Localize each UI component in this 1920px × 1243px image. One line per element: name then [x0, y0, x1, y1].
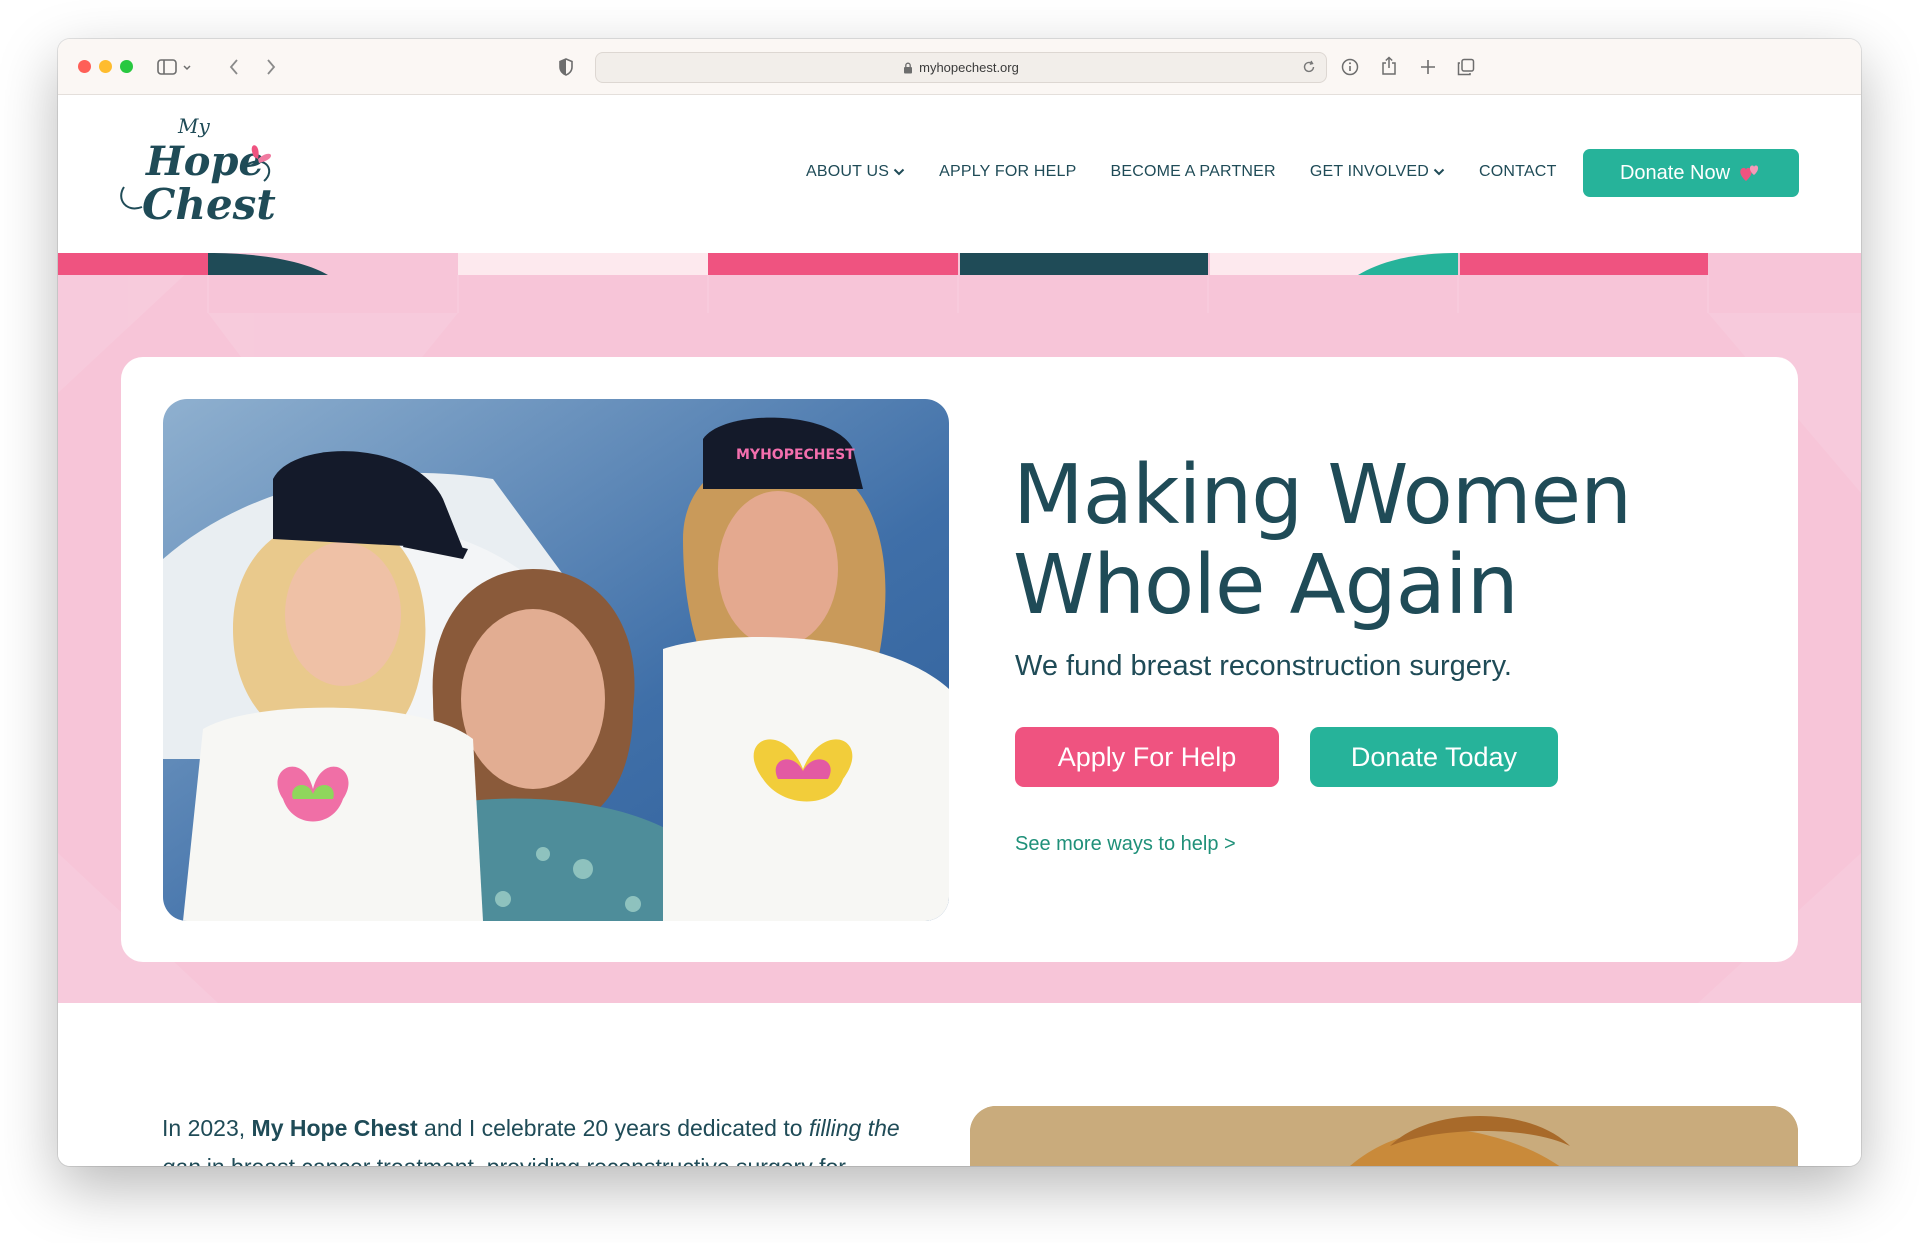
intro-section: In 2023, My Hope Chest and I celebrate 2…	[58, 1003, 1861, 1166]
decorative-color-bar	[58, 253, 1861, 275]
nav-apply-for-help-label: APPLY FOR HELP	[939, 163, 1077, 180]
hero-subtitle: We fund breast reconstruction surgery.	[1015, 650, 1512, 682]
info-icon[interactable]	[1339, 56, 1361, 78]
hero-section: MYHOPECHEST Making Women Whole Again We …	[58, 253, 1861, 1003]
window-controls	[78, 60, 133, 73]
nav-contact-label: CONTACT	[1479, 163, 1557, 180]
nav-get-involved-label: GET INVOLVED	[1309, 163, 1429, 180]
nav-become-a-partner[interactable]: BECOME A PARTNER	[1110, 163, 1275, 181]
close-window-button[interactable]	[78, 60, 91, 73]
browser-window: myhopechest.org My Hope Chest ABOUT US A…	[58, 39, 1861, 1166]
reload-icon[interactable]	[1302, 60, 1316, 74]
intro-paragraph: In 2023, My Hope Chest and I celebrate 2…	[162, 1109, 902, 1166]
hero-title-line-1: Making Women	[1013, 448, 1632, 543]
nav-about-us[interactable]: ABOUT US	[806, 163, 905, 181]
logo-hope: Hope	[145, 138, 264, 185]
chevron-down-icon	[893, 168, 905, 176]
intro-org-name: My Hope Chest	[251, 1115, 418, 1141]
zoom-window-button[interactable]	[120, 60, 133, 73]
intro-photo	[970, 1106, 1798, 1166]
nav-become-a-partner-label: BECOME A PARTNER	[1110, 163, 1276, 180]
hero-title-line-2: Whole Again	[1013, 538, 1519, 633]
privacy-shield-icon[interactable]	[556, 56, 576, 78]
hearts-icon	[1740, 165, 1759, 181]
url-text: myhopechest.org	[919, 60, 1019, 75]
forward-icon[interactable]	[261, 56, 281, 78]
nav-apply-for-help[interactable]: APPLY FOR HELP	[939, 163, 1076, 181]
hat-logo-text: MYHOPECHEST	[736, 447, 855, 463]
hero-card: MYHOPECHEST Making Women Whole Again We …	[121, 357, 1798, 962]
back-icon[interactable]	[224, 56, 244, 78]
lock-icon	[904, 62, 913, 73]
new-tab-icon[interactable]	[1417, 56, 1439, 78]
site-header: My Hope Chest ABOUT US APPLY FOR HELP BE	[58, 95, 1861, 253]
intro-after-name: and I celebrate 20 years dedicated to	[417, 1115, 809, 1141]
donate-now-label: Donate Now	[1619, 161, 1731, 184]
hero-title: Making Women Whole Again	[1013, 451, 1733, 631]
site-logo[interactable]: My Hope Chest	[116, 109, 286, 234]
main-nav: ABOUT US APPLY FOR HELP BECOME A PARTNER…	[806, 163, 1591, 181]
chevron-down-icon	[1433, 168, 1445, 176]
sidebar-toggle-icon[interactable]	[157, 57, 195, 77]
nav-get-involved[interactable]: GET INVOLVED	[1310, 163, 1445, 181]
apply-for-help-button[interactable]: Apply For Help	[1015, 727, 1279, 787]
share-icon[interactable]	[1378, 54, 1400, 78]
intro-prefix: In 2023,	[162, 1115, 252, 1141]
donate-now-button[interactable]: Donate Now	[1583, 149, 1799, 197]
minimize-window-button[interactable]	[99, 60, 112, 73]
nav-contact[interactable]: CONTACT	[1479, 163, 1557, 181]
hero-photo: MYHOPECHEST	[163, 399, 949, 921]
browser-toolbar: myhopechest.org	[58, 39, 1861, 95]
tab-overview-icon[interactable]	[1455, 56, 1477, 78]
logo-my: My	[177, 114, 210, 138]
logo-chest: Chest	[142, 180, 276, 229]
see-more-ways-link[interactable]: See more ways to help >	[1015, 833, 1236, 856]
nav-about-us-label: ABOUT US	[806, 163, 890, 180]
donate-today-button[interactable]: Donate Today	[1310, 727, 1558, 787]
intro-after-emphasis: in breast cancer treatment, providing re…	[162, 1154, 846, 1166]
address-bar[interactable]: myhopechest.org	[595, 52, 1327, 83]
